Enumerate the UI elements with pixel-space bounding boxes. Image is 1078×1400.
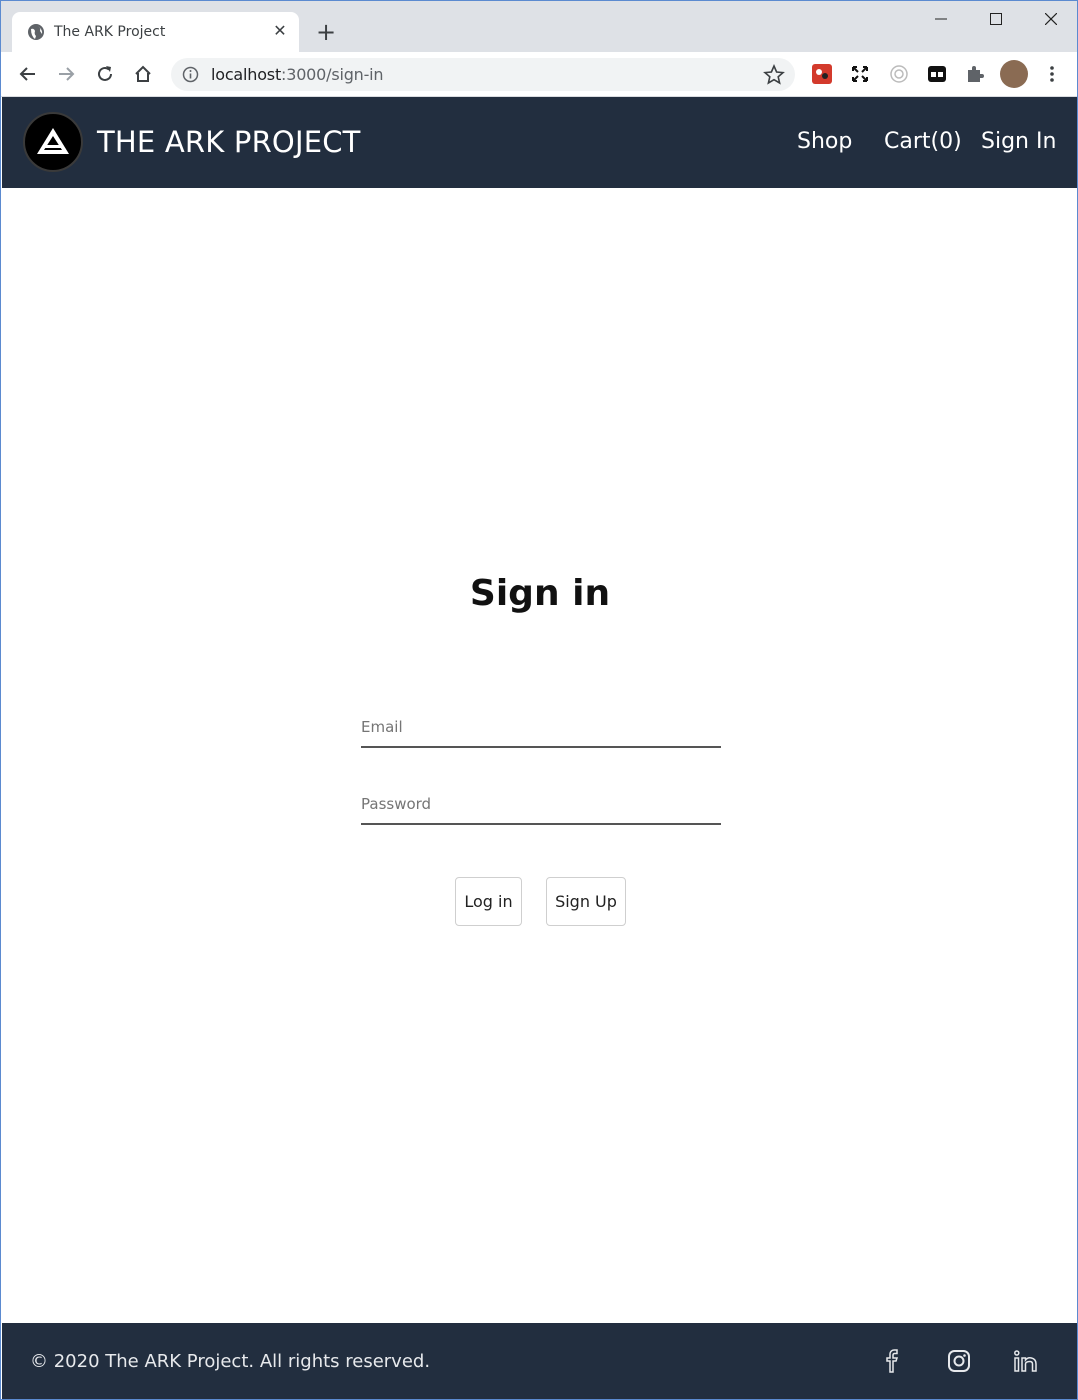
extension-target-icon[interactable]	[888, 63, 910, 85]
brand-name[interactable]: THE ARK PROJECT	[97, 125, 361, 159]
extension-glasses-icon[interactable]	[926, 63, 948, 85]
browser-toolbar: localhost:3000/sign-in	[1, 52, 1077, 97]
copyright-text: © 2020 The ARK Project. All rights reser…	[30, 1351, 431, 1372]
nav-cart[interactable]: Cart(0)	[884, 129, 962, 154]
address-bar[interactable]: localhost:3000/sign-in	[171, 58, 795, 91]
profile-avatar[interactable]	[1000, 60, 1028, 88]
nav-sign-in[interactable]: Sign In	[981, 129, 1056, 154]
forward-arrow-icon[interactable]	[53, 61, 79, 87]
tab-close-icon[interactable]: ✕	[270, 21, 290, 41]
url-text: localhost:3000/sign-in	[211, 65, 384, 84]
extension-colorpick-icon[interactable]	[811, 63, 833, 85]
browser-window: The ARK Project ✕ + localhost:3000/sign-…	[0, 0, 1078, 1400]
new-tab-button[interactable]: +	[313, 19, 339, 45]
password-field[interactable]	[361, 785, 721, 825]
facebook-icon[interactable]	[880, 1348, 906, 1374]
url-path: :3000/sign-in	[281, 65, 384, 84]
url-host: localhost	[211, 65, 282, 84]
home-icon[interactable]	[130, 61, 156, 87]
maximize-button[interactable]	[968, 1, 1023, 37]
info-icon[interactable]	[182, 66, 199, 83]
extensions-puzzle-icon[interactable]	[964, 63, 986, 85]
instagram-icon[interactable]	[946, 1348, 972, 1374]
globe-icon	[27, 23, 45, 41]
extension-expand-icon[interactable]	[849, 63, 871, 85]
ark-logo[interactable]	[23, 112, 83, 172]
browser-tab[interactable]: The ARK Project ✕	[12, 12, 299, 52]
tab-title: The ARK Project	[54, 24, 166, 40]
minimize-button[interactable]	[913, 1, 968, 37]
page-title: Sign in	[469, 573, 611, 614]
tab-strip: The ARK Project ✕ +	[1, 1, 1077, 52]
bookmark-star-icon[interactable]	[763, 63, 785, 86]
nav-shop[interactable]: Shop	[797, 129, 852, 154]
signup-button[interactable]: Sign Up	[546, 877, 626, 926]
back-arrow-icon[interactable]	[15, 61, 41, 87]
email-field[interactable]	[361, 708, 721, 748]
close-window-button[interactable]	[1023, 1, 1077, 37]
more-menu-icon[interactable]	[1041, 63, 1063, 85]
site-footer: © 2020 The ARK Project. All rights reser…	[2, 1323, 1077, 1399]
site-header: THE ARK PROJECT Shop Cart(0) Sign In	[2, 97, 1077, 188]
linkedin-icon[interactable]	[1013, 1348, 1039, 1374]
login-button[interactable]: Log in	[455, 877, 522, 926]
reload-icon[interactable]	[92, 61, 118, 87]
